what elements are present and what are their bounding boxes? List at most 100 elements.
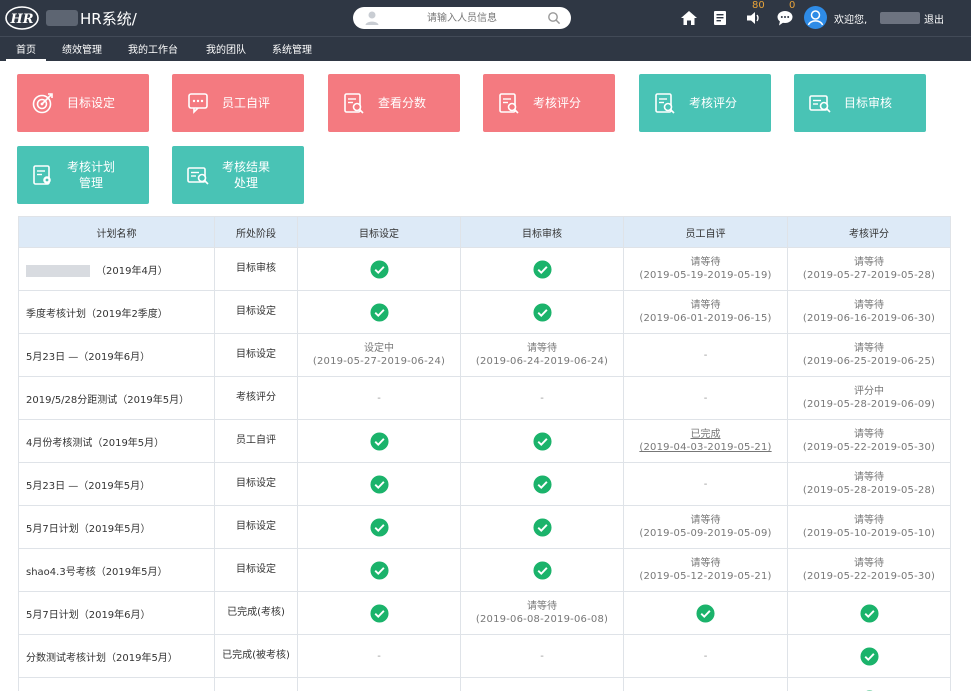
- status-cell: -: [297, 376, 461, 420]
- tile-label: 员工自评: [222, 96, 271, 110]
- empty-dash: -: [703, 349, 708, 361]
- tile-label: 查看分数: [378, 96, 427, 110]
- column-header: 员工自评: [623, 216, 788, 248]
- column-header: 考核评分: [787, 216, 951, 248]
- plan-name: 4月份考核测试（2019年5月）: [26, 437, 165, 449]
- status-cell: [623, 591, 788, 635]
- table-row[interactable]: 5月7日计划（2019年6月） 已完成(考核) 请等待 (2019-06-08-201…: [18, 591, 951, 635]
- plan-name: 5月23日 —（2019年6月）: [26, 351, 151, 363]
- table-row[interactable]: 5月23日 —（2019年5月） 目标设定 - 请等待 (2019-05-28-2019…: [18, 462, 951, 506]
- check-icon: [532, 431, 552, 451]
- nav-item-workbench[interactable]: 我的工作台: [128, 41, 178, 56]
- plan-name-cell[interactable]: 5月7日计划（2019年5月）: [18, 505, 215, 549]
- search-input[interactable]: [387, 9, 537, 27]
- date-range: (2019-05-09-2019-05-09): [639, 528, 772, 539]
- status-cell: [297, 290, 461, 334]
- search-box[interactable]: [353, 7, 571, 29]
- check-icon: [532, 517, 552, 537]
- stage-cell: 目标设定: [214, 462, 298, 506]
- column-header: 目标审核: [460, 216, 624, 248]
- home-icon[interactable]: [680, 9, 698, 27]
- plan-name-cell[interactable]: 分数测试考核计划（2019年5月）: [18, 634, 215, 678]
- tile-label: 考核评分: [689, 96, 738, 110]
- date-range: (2019-05-22-2019-05-30): [802, 442, 936, 453]
- check-icon: [859, 603, 879, 623]
- nav-item-team[interactable]: 我的团队: [206, 41, 246, 56]
- check-icon: [532, 474, 552, 494]
- tile-plan-management[interactable]: 考核计划 管理: [17, 146, 149, 204]
- table-row[interactable]: 已完成(被考: [18, 677, 951, 691]
- empty-dash: -: [703, 478, 708, 490]
- status-cell[interactable]: 已完成 (2019-04-03-2019-05-21): [623, 419, 788, 463]
- target-icon: [32, 93, 53, 114]
- table-row[interactable]: 5月7日计划（2019年5月） 目标设定 请等待 (2019-05-09-2019-0…: [18, 505, 951, 549]
- plan-name-cell[interactable]: 5月7日计划（2019年6月）: [18, 591, 215, 635]
- nav-item-home[interactable]: 首页: [16, 41, 36, 56]
- plan-name: shao4.3号考核（2019年5月）: [26, 566, 168, 578]
- status-cell: 评分中 (2019-05-28-2019-06-09): [787, 376, 951, 420]
- sound-badge: 80: [752, 0, 765, 11]
- check-icon: [369, 302, 389, 322]
- logout-link[interactable]: 退出: [924, 11, 944, 26]
- column-header: 计划名称: [18, 216, 215, 248]
- status-cell: 请等待 (2019-06-16-2019-06-30): [787, 290, 951, 334]
- status-text: 请等待: [854, 472, 884, 483]
- date-range: (2019-04-03-2019-05-21): [639, 442, 772, 453]
- nav-item-performance[interactable]: 绩效管理: [62, 41, 102, 56]
- status-text: 已完成: [690, 429, 721, 440]
- date-range: (2019-05-27-2019-06-24): [312, 356, 446, 367]
- doc-search-icon: [655, 93, 675, 114]
- status-cell: [787, 677, 951, 691]
- document-icon[interactable]: [711, 9, 729, 27]
- status-text: 设定中: [364, 343, 394, 354]
- status-text: 请等待: [854, 515, 884, 526]
- speaker-icon[interactable]: [745, 9, 763, 27]
- active-nav-indicator: [6, 59, 46, 61]
- status-cell: -: [460, 634, 624, 678]
- table-row[interactable]: 2019/5/28分距测试（2019年5月） 考核评分 - - - 评分中 (2019-05…: [18, 376, 951, 420]
- plan-name-cell[interactable]: 2019/5/28分距测试（2019年5月）: [18, 376, 215, 420]
- table-row[interactable]: 分数测试考核计划（2019年5月） 已完成(被考核) - - -: [18, 634, 951, 678]
- svg-text:HR: HR: [9, 12, 33, 27]
- column-header: 目标设定: [297, 216, 461, 248]
- message-icon[interactable]: [776, 9, 794, 27]
- tile-assessment-scoring-red[interactable]: 考核评分: [483, 74, 615, 132]
- tile-goal-setting[interactable]: 目标设定: [17, 74, 149, 132]
- status-cell: [297, 247, 461, 291]
- empty-dash: -: [377, 650, 381, 662]
- plan-name-cell[interactable]: 5月23日 —（2019年6月）: [18, 333, 215, 377]
- status-cell: [460, 462, 624, 506]
- avatar[interactable]: [804, 6, 827, 29]
- plan-name-cell[interactable]: 季度考核计划（2019年2季度）: [18, 290, 215, 334]
- plan-name-cell[interactable]: 5月23日 —（2019年5月）: [18, 462, 215, 506]
- plan-name-cell[interactable]: shao4.3号考核（2019年5月）: [18, 548, 215, 592]
- plan-name: 2019/5/28分距测试（2019年5月）: [26, 394, 190, 406]
- tile-assessment-scoring-teal[interactable]: 考核评分: [639, 74, 771, 132]
- table-row[interactable]: shao4.3号考核（2019年5月） 目标设定 请等待 (2019-05-12-20…: [18, 548, 951, 592]
- app-title: HR系统/: [80, 10, 137, 28]
- tile-self-evaluation[interactable]: 员工自评: [172, 74, 304, 132]
- table-row[interactable]: 4月份考核测试（2019年5月） 员工自评 已完成 (2019-04-03-2019-…: [18, 419, 951, 463]
- status-cell: -: [623, 634, 788, 678]
- tile-result-processing[interactable]: 考核结果 处理: [172, 146, 304, 204]
- check-icon: [532, 302, 552, 322]
- date-range: (2019-05-27-2019-05-28): [802, 270, 936, 281]
- table-row[interactable]: （2019年4月） 目标审核 请等待 (2019-05-19-2019-05-19) 请…: [18, 247, 951, 291]
- tile-goal-review[interactable]: 目标审核: [794, 74, 926, 132]
- plan-name: 季度考核计划（2019年2季度）: [26, 308, 168, 320]
- status-text: 评分中: [854, 386, 884, 397]
- plan-name: （2019年4月）: [96, 265, 168, 277]
- logo-icon[interactable]: HR: [4, 5, 40, 31]
- table-row[interactable]: 5月23日 —（2019年6月） 目标设定 设定中 (2019-05-27-2019-…: [18, 333, 951, 377]
- plan-name-cell[interactable]: [18, 677, 215, 691]
- table-row[interactable]: 季度考核计划（2019年2季度） 目标设定 请等待 (2019-06-01-2019-…: [18, 290, 951, 334]
- search-icon[interactable]: [547, 11, 561, 25]
- status-cell: 请等待 (2019-05-12-2019-05-21): [623, 548, 788, 592]
- status-cell: -: [460, 376, 624, 420]
- tile-view-scores[interactable]: 查看分数: [328, 74, 460, 132]
- doc-search-icon: [344, 93, 364, 114]
- plan-name-cell[interactable]: 4月份考核测试（2019年5月）: [18, 419, 215, 463]
- nav-item-system[interactable]: 系统管理: [272, 41, 312, 56]
- plan-name-cell[interactable]: （2019年4月）: [18, 247, 215, 291]
- stage-cell: 考核评分: [214, 376, 298, 420]
